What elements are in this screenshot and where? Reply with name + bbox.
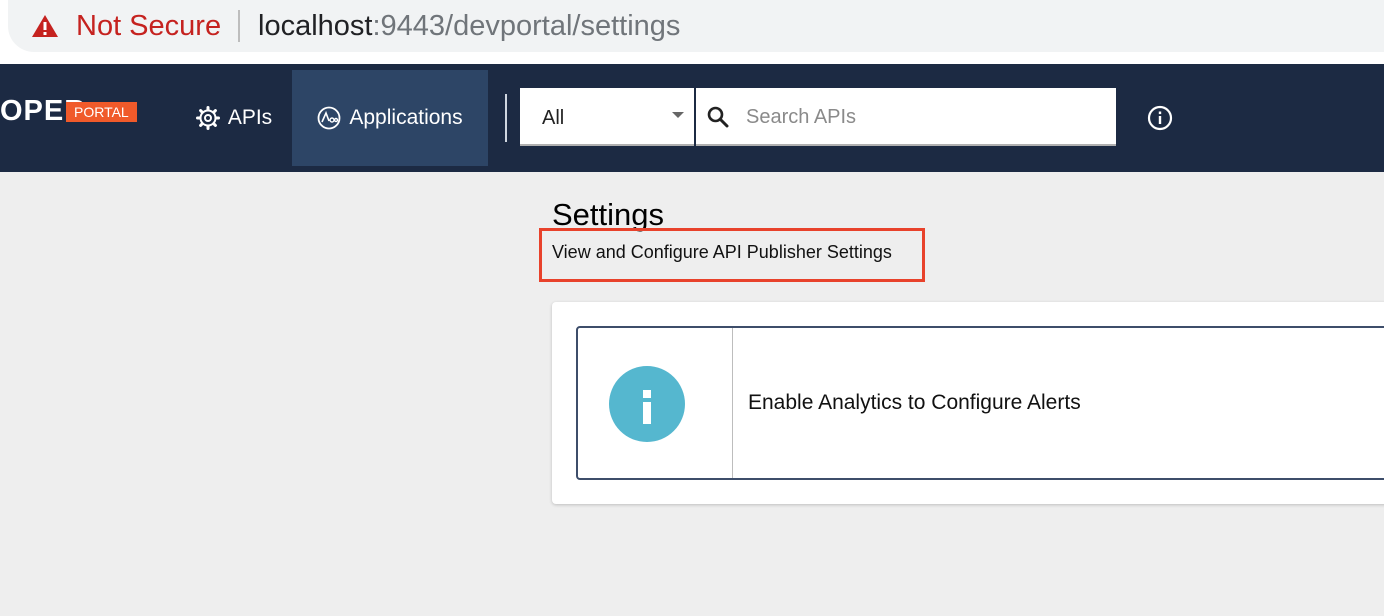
applications-icon [317,106,341,130]
nav-applications[interactable]: Applications [292,70,488,166]
chevron-down-icon[interactable] [672,112,684,118]
info-icon[interactable] [1147,105,1173,136]
url-divider [238,10,240,42]
url-path: :9443/devportal/settings [372,10,681,42]
browser-address-bar: Not Secure localhost:9443/devportal/sett… [0,0,1384,64]
page-subtitle: View and Configure API Publisher Setting… [552,242,892,262]
search-box [696,88,1116,146]
logo-badge: PORTAL [66,102,137,122]
nav-divider [505,94,507,142]
nav-apis[interactable]: APIs [184,70,284,166]
search-icon[interactable] [706,105,730,134]
search-scope-select[interactable]: All [520,88,694,146]
analytics-alert: Enable Analytics to Configure Alerts [576,326,1384,480]
nav-applications-label: Applications [349,106,463,129]
info-circle-icon [609,366,685,442]
url-text[interactable]: localhost:9443/devportal/settings [258,9,680,43]
url-host: localhost [258,10,373,42]
warning-icon[interactable] [31,14,59,38]
alert-icon-cell [578,328,733,478]
security-status-label[interactable]: Not Secure [76,9,221,43]
gear-icon [195,106,220,130]
search-scope-value: All [542,107,565,129]
search-input[interactable] [744,98,1108,136]
nav-apis-label: APIs [227,106,273,129]
app-header: OPER PORTAL APIs Applications All Search… [0,64,1384,172]
alert-message: Enable Analytics to Configure Alerts [748,391,1081,414]
